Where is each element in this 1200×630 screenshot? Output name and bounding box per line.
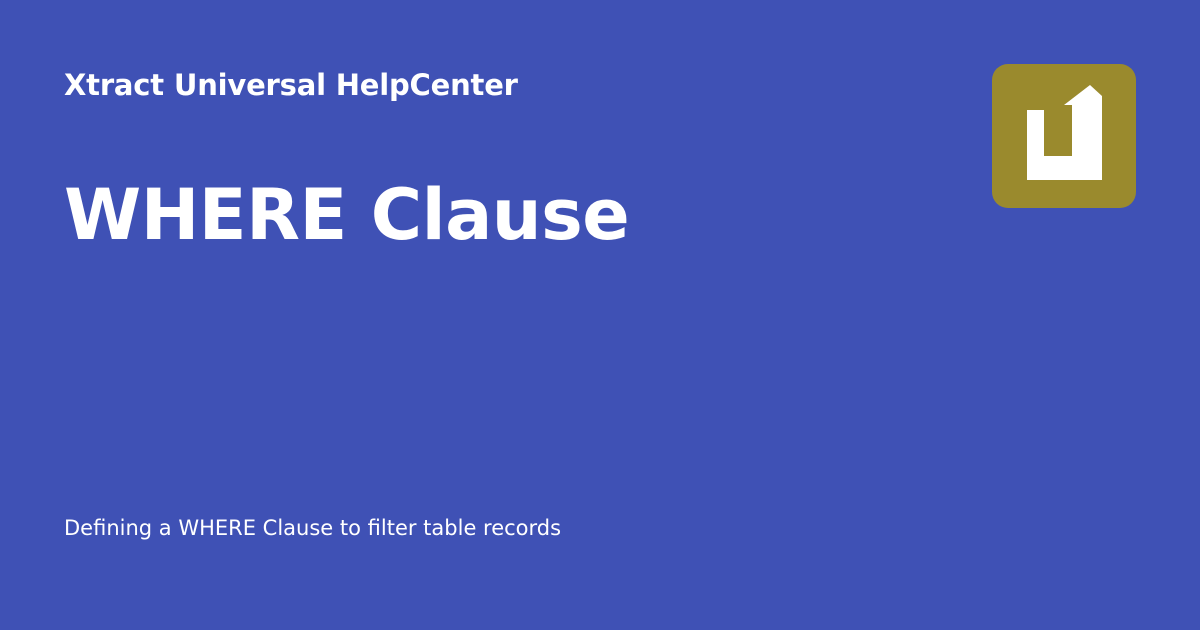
page-title: WHERE Clause (64, 174, 630, 256)
page-description: Defining a WHERE Clause to filter table … (64, 516, 562, 540)
social-preview-card: Xtract Universal HelpCenter WHERE Clause… (0, 0, 1200, 630)
site-name: Xtract Universal HelpCenter (64, 68, 518, 102)
logo-background (992, 64, 1136, 208)
logo-graphic (992, 64, 1136, 208)
xtract-universal-logo-icon (992, 64, 1136, 208)
